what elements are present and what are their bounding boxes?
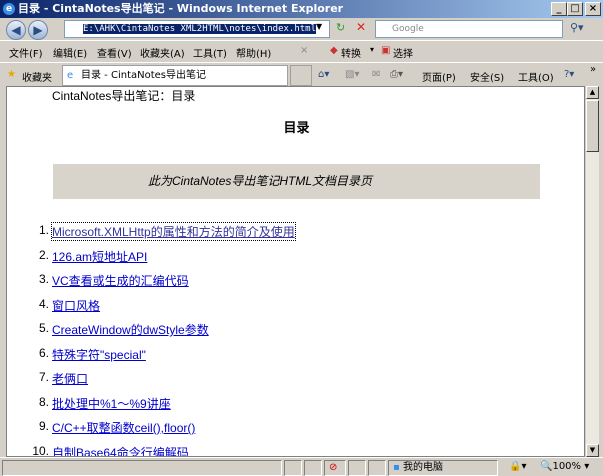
command-bar: ★ 收藏夹 e 目录 - CintaNotes导出笔记 ⌂▾ ▧▾ ✉ ⎙▾ 页面… bbox=[0, 62, 603, 86]
convert-button[interactable]: 转换 bbox=[341, 45, 361, 60]
select-button[interactable]: 选择 bbox=[393, 45, 413, 60]
menu-favorites[interactable]: 收藏夹(A) bbox=[140, 45, 185, 60]
page-content: CintaNotes导出笔记：目录 目录 此为CintaNotes导出笔记HTM… bbox=[6, 86, 585, 457]
ie-logo-icon: e bbox=[3, 3, 15, 15]
title-bar: e 目录 - CintaNotes导出笔记 - Windows Internet… bbox=[0, 0, 603, 18]
tab-active[interactable]: e 目录 - CintaNotes导出笔记 bbox=[62, 65, 288, 86]
convert-icon: ◆ bbox=[330, 45, 338, 56]
note-link[interactable]: 特殊字符"special" bbox=[52, 346, 146, 363]
zone-label: 我的电脑 bbox=[402, 462, 443, 473]
vertical-scrollbar[interactable]: ▲ ▼ bbox=[585, 86, 599, 457]
stop-icon[interactable]: ✕ bbox=[356, 20, 366, 34]
item-number: 8. bbox=[38, 394, 49, 409]
chevron-more-icon[interactable]: » bbox=[590, 64, 596, 75]
close-button[interactable]: × bbox=[585, 2, 601, 16]
window-title: 目录 - CintaNotes导出笔记 - Windows Internet E… bbox=[18, 2, 344, 15]
popup-blocked-icon[interactable]: ⊘ bbox=[324, 460, 346, 476]
zoom-level: 100% bbox=[552, 461, 582, 472]
menu-bar: 文件(F) 编辑(E) 查看(V) 收藏夹(A) 工具(T) 帮助(H) × ◆… bbox=[0, 40, 603, 62]
item-number: 5. bbox=[38, 321, 49, 335]
forward-button[interactable]: ▶ bbox=[28, 20, 48, 40]
note-link[interactable]: C/C++取整函数ceil(),floor() bbox=[52, 419, 195, 436]
refresh-icon[interactable]: ↻ bbox=[336, 21, 345, 34]
address-dropdown-icon[interactable]: ▼ bbox=[316, 22, 322, 31]
item-number: 4. bbox=[38, 296, 49, 311]
note-link[interactable]: 126.am短地址API bbox=[52, 248, 147, 265]
search-icon[interactable]: ⚲▾ bbox=[570, 21, 584, 34]
page-description: 此为CintaNotes导出笔记HTML文档目录页 bbox=[53, 164, 540, 199]
feeds-icon[interactable]: ▧▾ bbox=[345, 69, 359, 80]
convert-dropdown-icon[interactable]: ▾ bbox=[370, 45, 374, 54]
favorites-button[interactable]: 收藏夹 bbox=[22, 69, 52, 84]
back-button[interactable]: ◀ bbox=[6, 20, 26, 40]
note-link[interactable]: CreateWindow的dwStyle参数 bbox=[52, 321, 209, 338]
zone-indicator: ▪ 我的电脑 bbox=[388, 460, 498, 476]
menu-tools[interactable]: 工具(T) bbox=[193, 45, 227, 60]
new-tab-button[interactable] bbox=[290, 65, 312, 86]
item-number: 10. bbox=[32, 443, 49, 457]
home-icon[interactable]: ⌂▾ bbox=[318, 69, 329, 80]
note-link[interactable]: 自制Base64命令行编解码 bbox=[52, 444, 189, 457]
menu-view[interactable]: 查看(V) bbox=[97, 45, 132, 60]
status-cell bbox=[284, 460, 302, 476]
status-cell bbox=[304, 460, 322, 476]
mail-icon[interactable]: ✉ bbox=[372, 69, 380, 80]
tools-menu[interactable]: 工具(O) bbox=[518, 69, 554, 84]
tab-title: 目录 - CintaNotes导出笔记 bbox=[81, 70, 206, 81]
page-header: CintaNotes导出笔记：目录 bbox=[52, 89, 196, 103]
item-number: 7. bbox=[38, 370, 49, 384]
note-link[interactable]: 窗口风格 bbox=[52, 297, 100, 314]
close-toolbar-icon[interactable]: × bbox=[300, 45, 308, 56]
note-link[interactable]: 老俩口 bbox=[52, 370, 88, 387]
address-input[interactable]: E:\AHK\CintaNotes XML2HTML\notes\index.h… bbox=[64, 20, 330, 38]
search-input[interactable]: Google bbox=[375, 20, 563, 38]
address-row: ◀ ▶ E:\AHK\CintaNotes XML2HTML\notes\ind… bbox=[0, 18, 603, 40]
item-number: 6. bbox=[38, 345, 49, 360]
search-placeholder: Google bbox=[392, 24, 424, 34]
help-icon[interactable]: ?▾ bbox=[564, 69, 574, 80]
select-icon: ▣ bbox=[381, 45, 391, 56]
scroll-up-icon[interactable]: ▲ bbox=[586, 86, 599, 99]
address-url: E:\AHK\CintaNotes XML2HTML\notes\index.h… bbox=[83, 24, 316, 34]
maximize-button[interactable]: □ bbox=[567, 2, 583, 16]
page-title: 目录 bbox=[283, 120, 310, 135]
menu-edit[interactable]: 编辑(E) bbox=[53, 45, 87, 60]
safety-menu[interactable]: 安全(S) bbox=[470, 69, 504, 84]
status-cell bbox=[368, 460, 386, 476]
scroll-down-icon[interactable]: ▼ bbox=[586, 444, 599, 457]
page-menu[interactable]: 页面(P) bbox=[422, 69, 456, 84]
item-number: 3. bbox=[38, 272, 49, 286]
print-icon[interactable]: ⎙▾ bbox=[390, 69, 403, 80]
note-link[interactable]: 批处理中%1～%9讲座 bbox=[52, 395, 171, 412]
protected-mode-icon[interactable]: 🔒▾ bbox=[505, 460, 533, 476]
tab-ie-icon: e bbox=[67, 70, 74, 81]
scroll-thumb[interactable] bbox=[586, 100, 599, 152]
note-link[interactable]: VC查看或生成的汇编代码 bbox=[52, 272, 189, 289]
zoom-control[interactable]: 🔍100% ▾ bbox=[536, 460, 590, 476]
minimize-button[interactable]: _ bbox=[551, 2, 567, 16]
note-link[interactable]: Microsoft.XMLHttp的属性和方法的简介及使用 bbox=[51, 222, 296, 241]
status-cell bbox=[348, 460, 366, 476]
favorites-star-icon: ★ bbox=[7, 69, 16, 80]
menu-help[interactable]: 帮助(H) bbox=[236, 45, 271, 60]
menu-file[interactable]: 文件(F) bbox=[9, 45, 43, 60]
item-number: 1. bbox=[38, 223, 49, 237]
item-number: 2. bbox=[38, 247, 49, 262]
computer-icon: ▪ bbox=[393, 462, 400, 473]
status-text bbox=[2, 460, 282, 476]
item-number: 9. bbox=[38, 419, 49, 433]
status-bar: ⊘ ▪ 我的电脑 🔒▾ 🔍100% ▾ bbox=[0, 457, 603, 476]
